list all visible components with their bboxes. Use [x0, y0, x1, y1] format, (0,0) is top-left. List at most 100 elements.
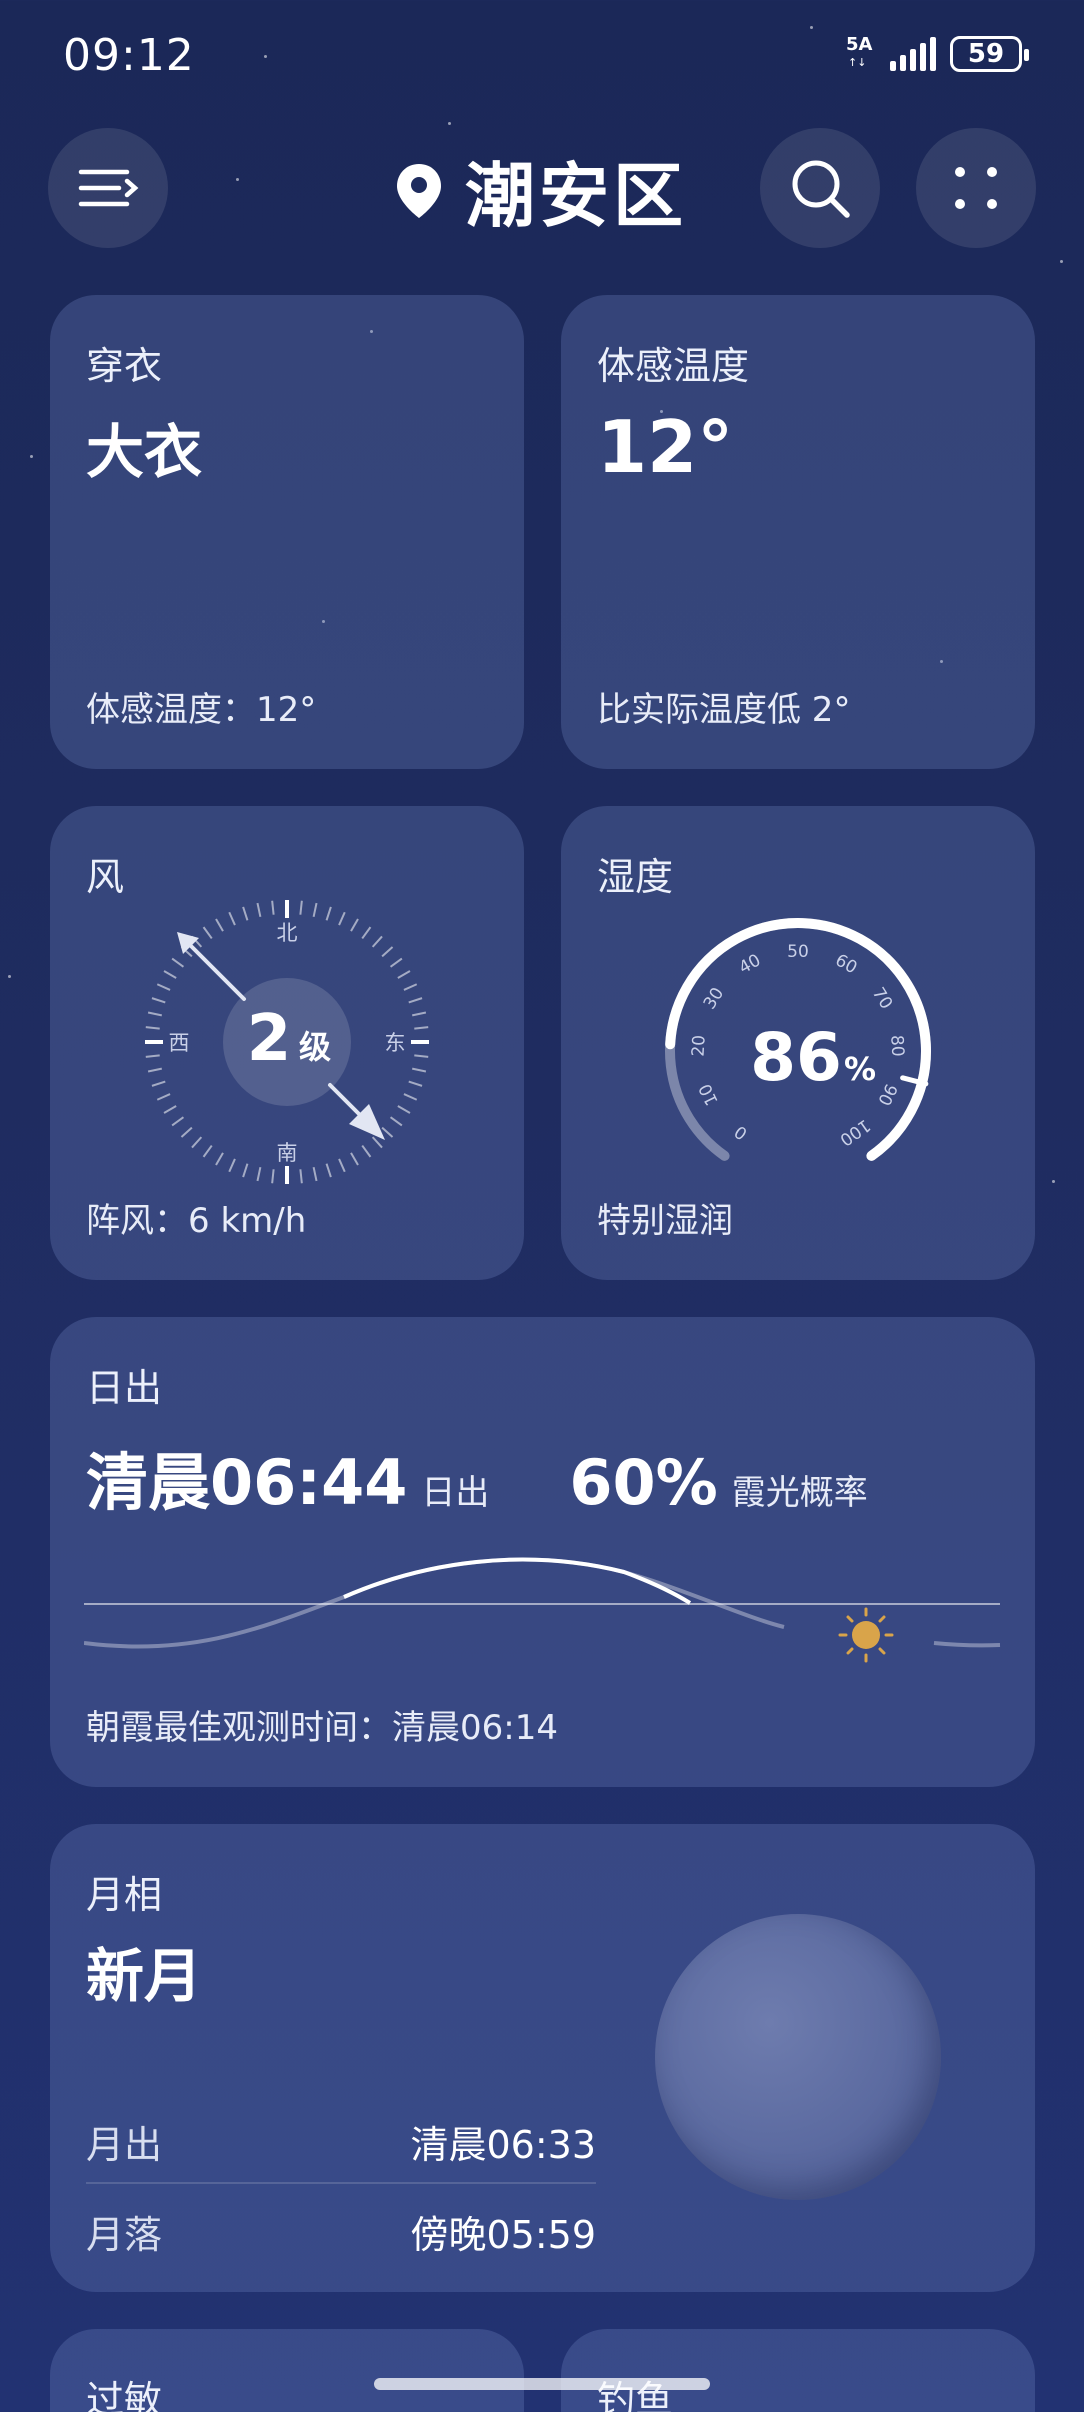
feels-like-footer: 比实际温度低 2°: [597, 690, 851, 730]
compass-tick: [338, 911, 346, 926]
sunrise-card[interactable]: 日出 清晨06:44 日出 60% 霞光概率 朝霞最佳观测时间：清晨06:14: [50, 1317, 1035, 1787]
compass-tick: [215, 918, 224, 932]
compass-tick: [271, 1169, 275, 1184]
compass-tick: [151, 1080, 166, 1087]
moon-divider: [86, 2182, 596, 2184]
clothing-value: 大衣: [86, 418, 203, 486]
allergy-card[interactable]: 过敏: [50, 2329, 524, 2412]
compass-tick: [411, 1067, 427, 1073]
moonset-label: 月落: [86, 2213, 163, 2257]
compass-tick: [397, 970, 411, 979]
wind-card[interactable]: 风 北 南 东 西 2 级 阵风：6 km/h: [50, 806, 524, 1280]
humidity-tick-label: 70: [868, 984, 896, 1013]
compass-tick: [350, 1152, 359, 1166]
humidity-tick-label: 20: [689, 1034, 710, 1057]
compass-tick: [156, 983, 171, 991]
moonrise-label: 月出: [86, 2123, 163, 2167]
compass-tick: [312, 902, 318, 918]
compass-tick: [163, 970, 177, 979]
menu-button[interactable]: [48, 128, 168, 248]
humidity-tick-label: 100: [836, 1115, 874, 1150]
sun-icon: [838, 1607, 894, 1663]
compass-tick: [171, 1116, 185, 1127]
compass-tick: [411, 1011, 427, 1017]
compass-tick: [202, 1144, 213, 1158]
compass-tick: [414, 1026, 429, 1030]
humidity-title: 湿度: [597, 855, 674, 899]
sunrise-title: 日出: [86, 1366, 163, 1410]
fishing-card[interactable]: 钓鱼: [561, 2329, 1035, 2412]
humidity-tick-label: 80: [886, 1034, 907, 1057]
network-label: 5A: [846, 34, 873, 55]
fishing-title: 钓鱼: [597, 2378, 674, 2412]
moon-card[interactable]: 月相 新月 月出 清晨06:33 月落 傍晚05:59: [50, 1824, 1035, 2292]
search-icon: [792, 160, 850, 218]
compass-tick: [350, 918, 359, 932]
compass-tick: [180, 1126, 193, 1138]
compass-tick: [171, 957, 185, 968]
search-button[interactable]: [760, 128, 880, 248]
feels-like-card[interactable]: 体感温度 12° 比实际温度低 2°: [561, 295, 1035, 769]
compass-tick: [371, 1136, 383, 1149]
compass-tick: [361, 1144, 372, 1158]
compass-tick: [147, 1067, 163, 1073]
compass-tick: [145, 1054, 160, 1058]
compass-tick: [202, 926, 213, 940]
compass-tick: [408, 1080, 423, 1087]
moonrise-row: 月出 清晨06:33: [86, 2114, 596, 2169]
compass-tick: [163, 1105, 177, 1114]
location[interactable]: 潮安区: [395, 140, 687, 241]
wind-title: 风: [86, 855, 125, 899]
compass-tick: [403, 983, 418, 991]
glow-best-time: 朝霞最佳观测时间：清晨06:14: [86, 1708, 558, 1748]
humidity-tick-label: 30: [700, 984, 728, 1013]
dir-east: 东: [385, 1031, 406, 1055]
feels-like-value: 12°: [597, 405, 734, 489]
location-name: 潮安区: [465, 155, 687, 237]
compass-tick: [242, 1163, 249, 1178]
home-indicator[interactable]: [374, 2378, 710, 2390]
compass-tick: [228, 911, 236, 926]
compass-tick: [256, 902, 262, 918]
moon-title: 月相: [86, 1873, 163, 1917]
compass-tick: [228, 1158, 236, 1173]
menu-icon: [78, 169, 139, 207]
battery-level: 59: [967, 39, 1005, 69]
compass-tick: [156, 1093, 171, 1101]
compass-tick: [256, 1166, 262, 1182]
glow-probability-label: 霞光概率: [731, 1473, 868, 1513]
compass-tick: [299, 1169, 303, 1184]
allergy-title: 过敏: [86, 2378, 163, 2412]
humidity-unit: %: [844, 1050, 876, 1088]
compass-tick: [325, 1163, 332, 1178]
dir-south: 南: [277, 1141, 298, 1165]
wind-compass: 北 南 东 西 2 级: [145, 900, 429, 1184]
compass-tick: [389, 1116, 403, 1127]
humidity-tick-label: 10: [695, 1080, 722, 1108]
compass-tick: [191, 1136, 203, 1149]
compass-tick: [403, 1093, 418, 1101]
humidity-tick-label: 40: [736, 950, 765, 978]
compass-tick: [312, 1166, 318, 1182]
humidity-card[interactable]: 湿度 0 10 20 30 40 50 60 70 80 90 100 86 % 特别湿润: [561, 806, 1035, 1280]
compass-tick: [408, 997, 423, 1004]
compass-tick: [389, 957, 403, 968]
status-icons: 5A ↑↓ 59: [846, 34, 1029, 74]
network-type-icon: 5A ↑↓: [846, 34, 873, 69]
dir-north: 北: [277, 921, 298, 945]
humidity-value: 86: [750, 1019, 842, 1096]
humidity-tick-label: 90: [873, 1080, 900, 1108]
compass-tick: [325, 906, 332, 921]
clothing-card[interactable]: 穿衣 大衣 体感温度：12°: [50, 295, 524, 769]
humidity-tick-label: 50: [787, 942, 809, 962]
wind-gust: 阵风：6 km/h: [86, 1201, 307, 1241]
compass-tick: [242, 906, 249, 921]
sunrise-time: 清晨06:44: [86, 1446, 408, 1519]
more-button[interactable]: [916, 128, 1036, 248]
compass-tick: [271, 900, 275, 915]
battery-icon: 59: [950, 36, 1029, 72]
moon-phase: 新月: [86, 1942, 203, 2010]
compass-tick: [381, 1126, 394, 1138]
compass-tick: [299, 900, 303, 915]
status-time: 09:12: [63, 30, 195, 81]
